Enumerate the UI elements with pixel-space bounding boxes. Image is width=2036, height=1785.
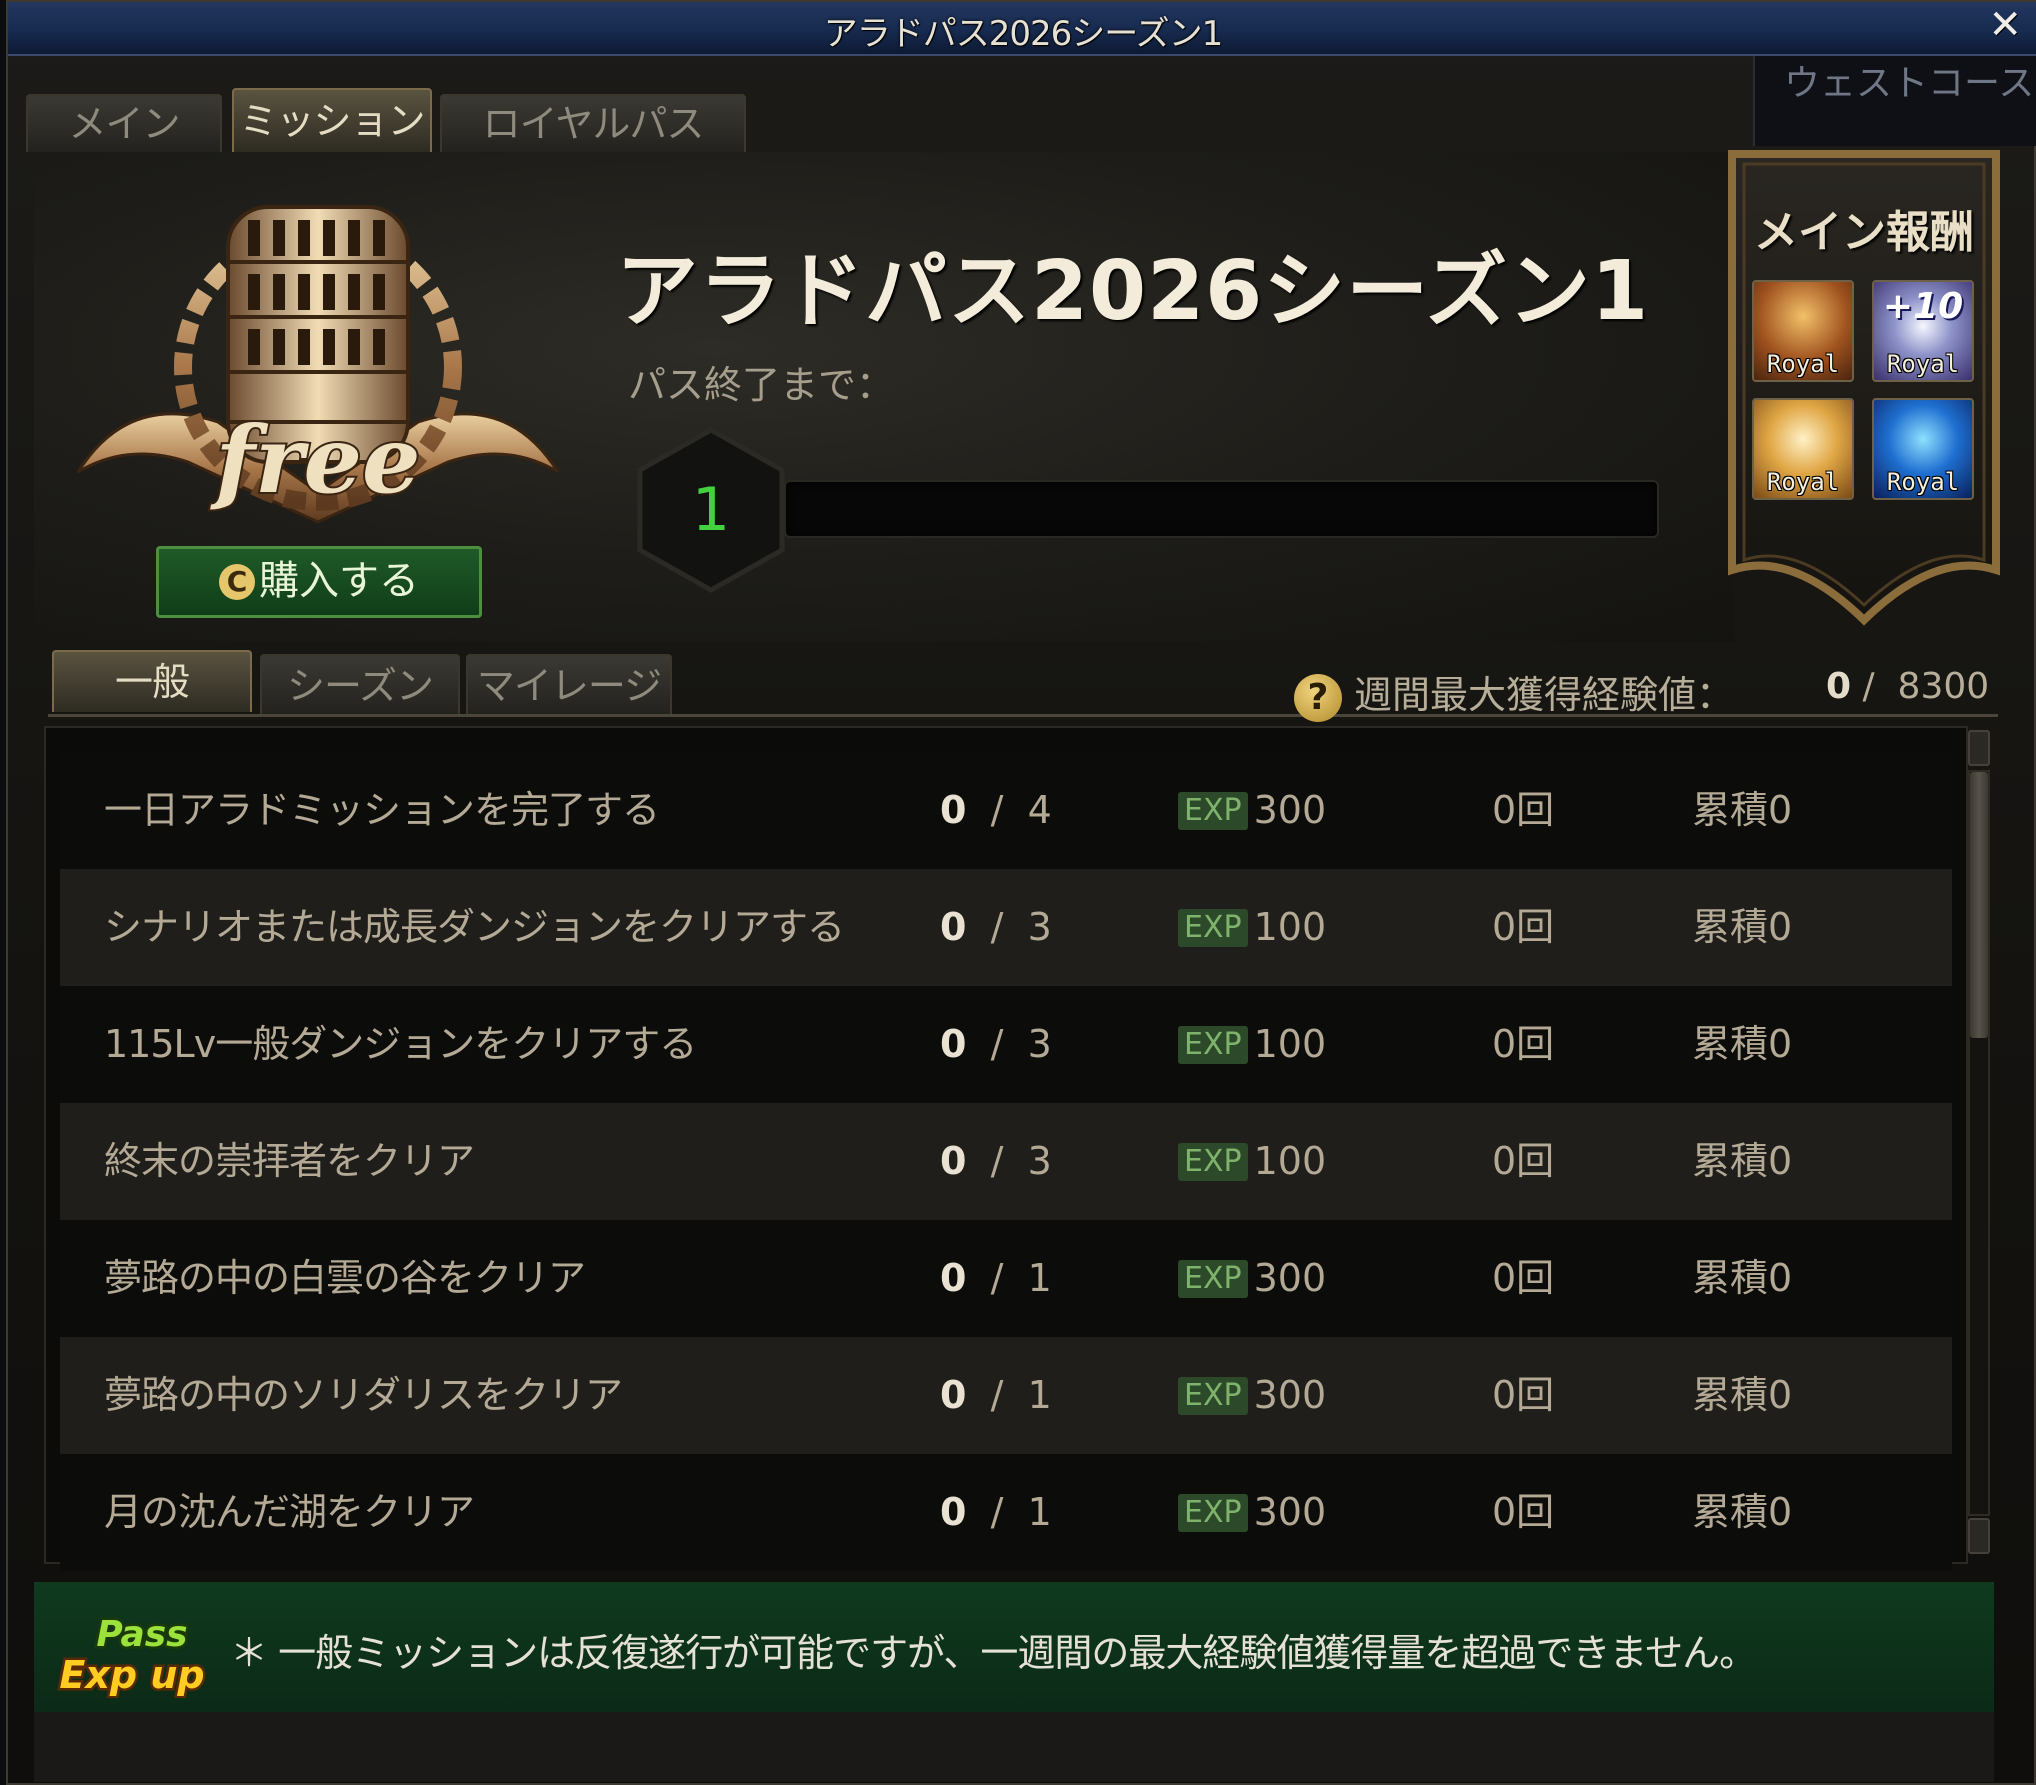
emblem-text: free: [209, 406, 420, 514]
background-text: ウェストコースト: [1784, 63, 2036, 104]
tab-royal-pass[interactable]: ロイヤルパス: [440, 94, 746, 152]
mission-progress: 0 / 1: [940, 1256, 1052, 1300]
mission-scrollbar[interactable]: [1964, 726, 1994, 1558]
exp-tag: EXP: [1178, 909, 1248, 947]
reward-overlay-text: +10: [1882, 286, 1964, 327]
mission-progress: 0 / 1: [940, 1373, 1052, 1417]
mission-row[interactable]: 一日アラドミッションを完了する 0 / 4 EXP 300 0回 累積0: [60, 752, 1952, 869]
weekly-exp-separator: /: [1862, 666, 1875, 707]
mission-progress: 0 / 3: [940, 1022, 1052, 1066]
pass-title: アラドパス2026シーズン1: [616, 244, 1650, 339]
mission-accumulated: 累積0: [1692, 788, 1793, 832]
window-titlebar[interactable]: アラドパス2026シーズン1 ✕: [8, 2, 2036, 56]
mission-count: 0回: [1492, 1490, 1555, 1534]
pass-window: アラドパス2026シーズン1 ✕ ウェストコースト メイン ミッション ロイヤル…: [6, 0, 2036, 1785]
exp-tag: EXP: [1178, 1260, 1248, 1298]
mission-row[interactable]: シナリオまたは成長ダンジョンをクリアする 0 / 3 EXP 100 0回 累積0: [60, 869, 1952, 986]
footer-notice-bar: Pass Exp up ＊ 一般ミッションは反復遂行が可能ですが、一週間の最大経…: [34, 1582, 1994, 1712]
reward-item-reinforce-ticket[interactable]: +10 Royal: [1872, 280, 1974, 382]
tab-season[interactable]: シーズン: [260, 654, 460, 714]
mission-name: 月の沈んだ湖をクリア: [104, 1490, 475, 1534]
mission-exp: EXP 100: [1178, 1103, 1326, 1220]
mission-name: 115Lv一般ダンジョンをクリアする: [104, 1022, 697, 1066]
mission-accumulated: 累積0: [1692, 1256, 1793, 1300]
window-title: アラドパス2026シーズン1: [823, 14, 1223, 54]
mission-name: シナリオまたは成長ダンジョンをクリアする: [104, 905, 845, 949]
mission-exp: EXP 100: [1178, 986, 1326, 1103]
tab-mission[interactable]: ミッション: [232, 88, 432, 152]
pass-exp-up-badge: Pass Exp up: [57, 1612, 207, 1699]
mission-row[interactable]: 115Lv一般ダンジョンをクリアする 0 / 3 EXP 100 0回 累積0: [60, 986, 1952, 1103]
tab-general[interactable]: 一般: [52, 650, 252, 712]
mission-accumulated: 累積0: [1692, 1373, 1793, 1417]
mission-exp: EXP 300: [1178, 752, 1326, 869]
tab-main[interactable]: メイン: [26, 94, 222, 152]
mission-progress: 0 / 3: [940, 905, 1052, 949]
mission-count: 0回: [1492, 1373, 1555, 1417]
mission-name: 夢路の中のソリダリスをクリア: [104, 1373, 623, 1417]
exp-tag: EXP: [1178, 1026, 1248, 1064]
mission-exp: EXP 300: [1178, 1454, 1326, 1571]
pass-end-label: パス終了まで：: [628, 363, 895, 407]
footer-note: ＊ 一般ミッションは反復遂行が可能ですが、一週間の最大経験値獲得量を超過できませ…: [230, 1631, 1757, 1675]
reward-royal-label: Royal: [1886, 350, 1960, 378]
mission-exp: EXP 300: [1178, 1337, 1326, 1454]
mission-name: 終末の崇拝者をクリア: [104, 1139, 475, 1183]
reward-item-gold-box[interactable]: Royal: [1752, 398, 1854, 500]
reward-item-costume[interactable]: Royal: [1872, 398, 1974, 500]
pass-level-badge: 1: [636, 426, 786, 594]
tab-mileage[interactable]: マイレージ: [466, 654, 672, 714]
mission-row[interactable]: 夢路の中の白雲の谷をクリア 0 / 1 EXP 300 0回 累積0: [60, 1220, 1952, 1337]
buy-button-label: 購入する: [259, 558, 419, 604]
mission-name: 一日アラドミッションを完了する: [104, 788, 660, 832]
mission-exp: EXP 100: [1178, 869, 1326, 986]
reward-royal-label: Royal: [1886, 468, 1960, 496]
exp-tag: EXP: [1178, 1143, 1248, 1181]
weekly-exp-max: 8300: [1897, 666, 1990, 707]
exp-tag: EXP: [1178, 792, 1248, 830]
mission-accumulated: 累積0: [1692, 1490, 1793, 1534]
mission-count: 0回: [1492, 1256, 1555, 1300]
mission-count: 0回: [1492, 788, 1555, 832]
pass-level: 1: [691, 475, 731, 545]
mission-progress: 0 / 3: [940, 1139, 1052, 1183]
reward-royal-label: Royal: [1766, 350, 1840, 378]
scroll-up-button[interactable]: [1968, 730, 1990, 766]
weekly-exp-current: 0: [1826, 666, 1852, 707]
close-icon[interactable]: ✕: [1988, 2, 2022, 48]
mission-count: 0回: [1492, 1022, 1555, 1066]
reward-item-trophy[interactable]: Royal: [1752, 280, 1854, 382]
pass-progress-bar: [784, 480, 1659, 538]
free-pass-emblem: free: [76, 205, 560, 524]
mission-accumulated: 累積0: [1692, 1139, 1793, 1183]
mission-row[interactable]: 夢路の中のソリダリスをクリア 0 / 1 EXP 300 0回 累積0: [60, 1337, 1952, 1454]
bottom-strip: [34, 1712, 1994, 1782]
exp-tag: EXP: [1178, 1494, 1248, 1532]
mission-exp: EXP 300: [1178, 1220, 1326, 1337]
scroll-thumb[interactable]: [1970, 772, 1988, 1038]
mission-count: 0回: [1492, 1139, 1555, 1183]
reward-royal-label: Royal: [1766, 468, 1840, 496]
weekly-exp-value: 0 / 8300: [1826, 666, 1989, 707]
help-icon[interactable]: ?: [1294, 673, 1342, 722]
mission-name: 夢路の中の白雲の谷をクリア: [104, 1256, 586, 1300]
exp-tag: EXP: [1178, 1377, 1248, 1415]
weekly-exp-label-group: ? 週間最大獲得経験値：: [1294, 664, 1735, 722]
mission-list: 一日アラドミッションを完了する 0 / 4 EXP 300 0回 累積0 シナリオ…: [44, 726, 1968, 1571]
weekly-exp-label: 週間最大獲得経験値：: [1354, 673, 1735, 717]
badge-line2: Exp up: [59, 1653, 204, 1697]
badge-line1: Pass: [96, 1614, 187, 1655]
mission-accumulated: 累積0: [1692, 1022, 1793, 1066]
mission-progress: 0 / 1: [940, 1490, 1052, 1534]
main-reward-title: メイン報酬: [1754, 207, 1974, 258]
scroll-down-button[interactable]: [1968, 1518, 1990, 1554]
currency-icon: C: [219, 564, 255, 600]
mission-row[interactable]: 終末の崇拝者をクリア 0 / 3 EXP 100 0回 累積0: [60, 1103, 1952, 1220]
mission-count: 0回: [1492, 905, 1555, 949]
mission-accumulated: 累積0: [1692, 905, 1793, 949]
buy-button[interactable]: C 購入する: [156, 546, 482, 618]
mission-row[interactable]: 月の沈んだ湖をクリア 0 / 1 EXP 300 0回 累積0: [60, 1454, 1952, 1571]
mission-progress: 0 / 4: [940, 788, 1052, 832]
